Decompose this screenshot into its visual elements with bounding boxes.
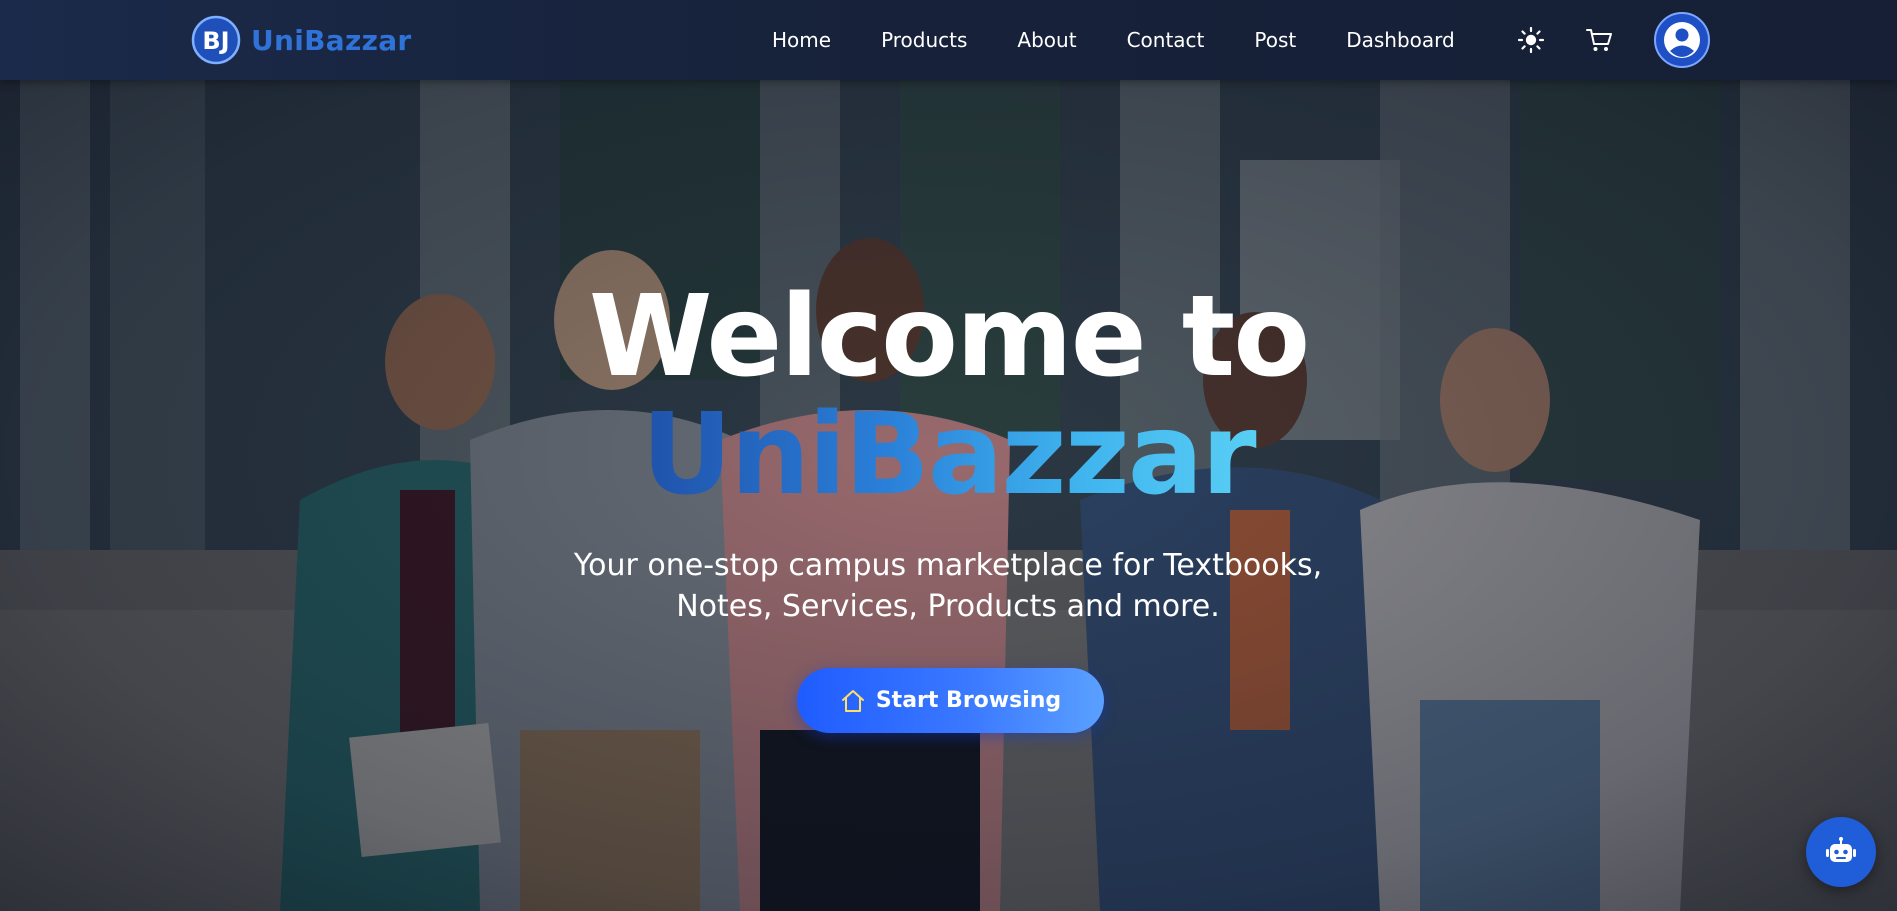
top-navbar: BJ UniBazzar Home Products About Contact… (0, 0, 1897, 80)
start-browsing-label: Start Browsing (875, 688, 1062, 713)
hero-dark-overlay (0, 80, 1897, 911)
nav-link-about[interactable]: About (1017, 28, 1076, 52)
user-avatar-icon (1664, 22, 1700, 58)
hero-background-image (0, 80, 1897, 911)
sun-icon (1517, 26, 1545, 54)
brand-home-link[interactable]: BJ UniBazzar (190, 14, 412, 66)
cart-icon (1586, 29, 1612, 51)
nav-link-contact[interactable]: Contact (1127, 28, 1205, 52)
profile-avatar-button[interactable] (1654, 12, 1710, 68)
nav-link-products[interactable]: Products (881, 28, 967, 52)
nav-link-dashboard[interactable]: Dashboard (1346, 28, 1455, 52)
nav-link-home[interactable]: Home (772, 28, 831, 52)
theme-toggle-button[interactable] (1515, 24, 1547, 56)
brand-logo-letter: BJ (202, 27, 229, 55)
nav-links: Home Products About Contact Post Dashboa… (772, 0, 1455, 80)
brand-name: UniBazzar (251, 23, 412, 57)
brand-logo-icon: BJ (191, 15, 241, 65)
chatbot-button[interactable] (1806, 817, 1876, 887)
home-icon (841, 689, 864, 712)
start-browsing-button[interactable]: Start Browsing (797, 668, 1104, 733)
cart-button[interactable] (1583, 24, 1615, 56)
nav-link-post[interactable]: Post (1254, 28, 1296, 52)
robot-icon (1826, 837, 1856, 862)
